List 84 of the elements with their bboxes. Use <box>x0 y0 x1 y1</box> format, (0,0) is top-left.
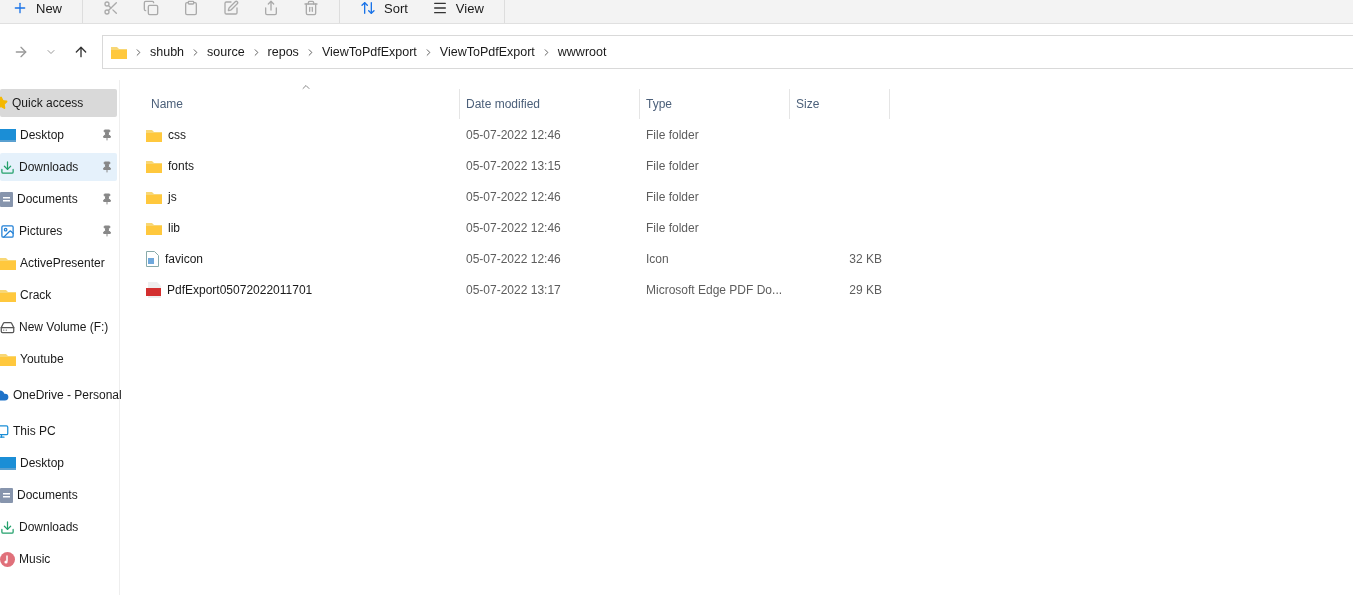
sidebar-item[interactable]: Documents <box>0 185 117 213</box>
sidebar-item[interactable]: This PC <box>0 417 117 445</box>
file-name: js <box>168 189 177 204</box>
sidebar-item[interactable]: Pictures <box>0 217 117 245</box>
address-bar[interactable]: shubh source repos ViewToPdfExport ViewToPdfExport wwwroot <box>102 35 1353 69</box>
file-name: css <box>168 127 186 142</box>
file-row[interactable]: js 05-07-2022 12:46 File folder <box>140 181 1353 212</box>
date-cell-text: 05-07-2022 12:46 <box>465 127 562 142</box>
sidebar-item[interactable]: Desktop <box>0 121 117 149</box>
toolbar-button[interactable]: Sort <box>348 0 420 20</box>
type-cell-text: Microsoft Edge PDF Do... <box>645 282 784 297</box>
pdf-file-icon <box>146 281 161 298</box>
file-name: fonts <box>168 158 194 173</box>
share-icon <box>263 0 279 16</box>
sidebar-item[interactable]: Music <box>0 545 117 573</box>
type-cell-text: File folder <box>645 158 700 173</box>
file-icon <box>146 250 159 267</box>
column-header[interactable]: Size <box>790 89 890 119</box>
copy-icon <box>143 0 159 16</box>
file-row[interactable]: lib 05-07-2022 12:46 File folder <box>140 212 1353 243</box>
download-icon <box>0 159 15 175</box>
sidebar-item[interactable]: Documents <box>0 481 117 509</box>
toolbar-button[interactable]: View <box>419 0 496 20</box>
desktop-icon <box>0 456 16 470</box>
cut-icon <box>103 0 119 16</box>
download-icon <box>0 519 15 535</box>
file-row[interactable]: favicon 05-07-2022 12:46 Icon 32 KB <box>140 243 1353 274</box>
folder-icon <box>146 127 162 142</box>
sidebar-item[interactable]: Downloads <box>0 153 117 181</box>
toolbar-button[interactable]: New <box>0 0 74 20</box>
folder-icon <box>146 158 162 173</box>
date-cell-text: 05-07-2022 12:46 <box>465 251 562 266</box>
file-row[interactable]: fonts 05-07-2022 13:15 File folder <box>140 150 1353 181</box>
paste-icon <box>183 0 199 16</box>
file-name: lib <box>168 220 180 235</box>
file-name: PdfExport05072022011701 <box>167 282 313 297</box>
date-cell-text: 05-07-2022 13:15 <box>465 158 562 173</box>
document-icon <box>0 191 13 207</box>
sidebar-item[interactable]: New Volume (F:) <box>0 313 117 341</box>
type-cell-text: File folder <box>645 220 700 235</box>
sidebar-item[interactable]: Quick access <box>0 89 117 117</box>
folder-icon <box>0 256 16 270</box>
date-cell-text: 05-07-2022 13:17 <box>465 282 562 297</box>
size-cell-text: 32 KB <box>848 251 883 266</box>
sort-icon <box>360 0 376 16</box>
date-cell-text: 05-07-2022 12:46 <box>465 220 562 235</box>
folder-icon <box>146 189 162 204</box>
delete-icon <box>303 0 319 16</box>
rename-icon <box>223 0 239 16</box>
document-icon <box>0 487 13 503</box>
plus-icon <box>12 0 28 16</box>
date-cell-text: 05-07-2022 12:46 <box>465 189 562 204</box>
file-row[interactable]: css 05-07-2022 12:46 File folder <box>140 119 1353 150</box>
sidebar-item[interactable]: Youtube <box>0 345 117 373</box>
file-name: favicon <box>165 251 204 266</box>
folder-icon <box>0 352 16 366</box>
type-cell-text: File folder <box>645 189 700 204</box>
folder-icon <box>0 288 16 302</box>
desktop-icon <box>0 128 16 142</box>
breadcrumb-segment[interactable]: source <box>207 45 245 59</box>
sidebar-item[interactable]: Crack <box>0 281 117 309</box>
sidebar-item[interactable]: OneDrive - Personal <box>0 381 122 409</box>
folder-icon <box>146 220 162 235</box>
music-icon <box>0 551 15 567</box>
sidebar-item[interactable]: Desktop <box>0 449 117 477</box>
breadcrumb-segment[interactable]: ViewToPdfExport <box>321 45 417 59</box>
sidebar-item[interactable]: Downloads <box>0 513 117 541</box>
sidebar-item[interactable]: ActivePresenter <box>0 249 117 277</box>
file-row[interactable]: PdfExport05072022011701 05-07-2022 13:17 Microsoft Edge PDF Do... 29 KB <box>140 274 1353 305</box>
type-cell-text: Icon <box>645 251 670 266</box>
folder-icon <box>111 45 127 59</box>
arrow-right-icon <box>13 44 29 60</box>
breadcrumb-segment[interactable]: wwwroot <box>557 45 607 59</box>
picture-icon <box>0 223 15 239</box>
size-cell-text: 29 KB <box>848 282 883 297</box>
drive-icon <box>0 319 15 335</box>
column-header[interactable]: Date modified <box>460 89 640 119</box>
column-header[interactable]: Type <box>640 89 790 119</box>
type-cell-text: File folder <box>645 127 700 142</box>
view-icon <box>431 0 448 16</box>
breadcrumb-segment[interactable]: ViewToPdfExport <box>439 45 535 59</box>
breadcrumb-segment[interactable]: shubh <box>150 45 185 59</box>
breadcrumb-segment[interactable]: repos <box>267 45 299 59</box>
column-header[interactable]: Name <box>140 89 460 119</box>
